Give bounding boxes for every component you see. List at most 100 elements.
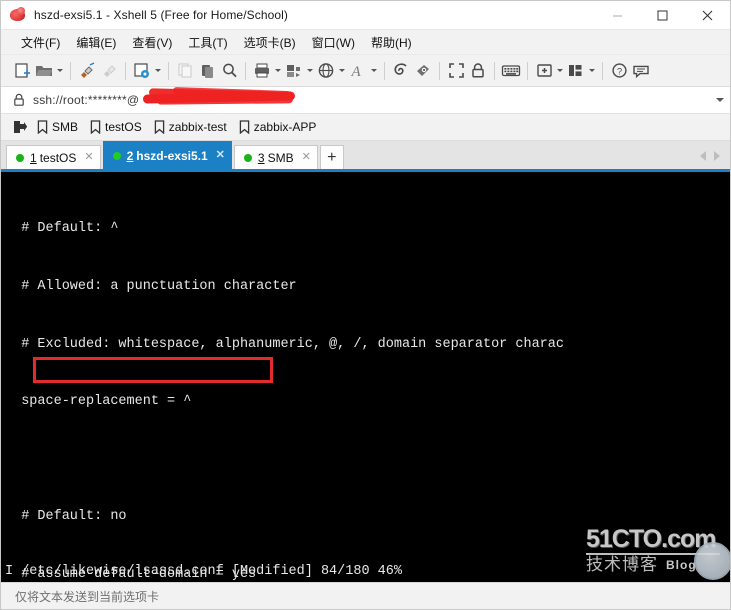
tab-hszd-exsi51[interactable]: 2 hszd-exsi5.1 ✕	[102, 141, 232, 169]
bookmark-smb[interactable]: SMB	[37, 120, 78, 134]
menu-view[interactable]: 查看(V)	[124, 31, 180, 54]
tab-close-icon[interactable]: ✕	[302, 152, 311, 163]
menu-bar: 文件(F) 编辑(E) 查看(V) 工具(T) 选项卡(B) 窗口(W) 帮助(…	[1, 30, 730, 55]
tab-scroll-controls	[696, 148, 730, 169]
tab-number: 2	[126, 148, 134, 163]
close-icon[interactable]	[685, 1, 730, 29]
tab-label: hszd-exsi5.1	[136, 148, 208, 163]
file-transfer-icon[interactable]	[283, 59, 305, 83]
toolbar-separator	[494, 61, 495, 80]
bookmark-zabbix-test[interactable]: zabbix-test	[154, 120, 227, 134]
tab-smb[interactable]: 3 SMB ✕	[233, 145, 318, 169]
highlight-icon[interactable]	[412, 59, 434, 83]
bookmark-icon	[154, 120, 165, 134]
window-title: hszd-exsi5.1 - Xshell 5 (Free for Home/S…	[34, 8, 289, 22]
printer-caret-icon[interactable]	[273, 59, 283, 83]
bookmark-label: SMB	[52, 120, 79, 134]
toolbar-separator	[439, 61, 440, 80]
svg-text:A: A	[350, 64, 361, 79]
title-bar: hszd-exsi5.1 - Xshell 5 (Free for Home/S…	[1, 1, 730, 30]
menu-tools[interactable]: 工具(T)	[180, 31, 235, 54]
terminal-text[interactable]: # Default: ^ # Allowed: a punctuation ch…	[1, 173, 730, 582]
status-bar: 仅将文本发送到当前选项卡	[1, 582, 730, 609]
tab-close-icon[interactable]: ✕	[84, 152, 93, 163]
minimize-icon[interactable]	[595, 1, 640, 29]
bookmark-label: zabbix-APP	[253, 120, 317, 134]
help-circle-icon[interactable]: ?	[608, 59, 630, 83]
copy-icon[interactable]	[174, 59, 196, 83]
status-dot-icon	[112, 151, 121, 160]
menu-file[interactable]: 文件(F)	[13, 31, 68, 54]
globe-caret-icon[interactable]	[337, 59, 347, 83]
session-properties-icon[interactable]	[131, 59, 153, 83]
menu-edit[interactable]: 编辑(E)	[68, 31, 124, 54]
tab-close-icon[interactable]: ✕	[216, 150, 225, 161]
svg-text:?: ?	[616, 66, 621, 77]
tab-label: testOS	[39, 150, 77, 165]
terminal-panel[interactable]: # Default: ^ # Allowed: a punctuation ch…	[1, 172, 730, 582]
plug-connect-icon[interactable]	[76, 59, 98, 83]
bookmark-testos[interactable]: testOS	[90, 120, 142, 134]
tab-number: 1	[30, 150, 37, 165]
chevron-down-icon[interactable]	[716, 98, 724, 102]
address-input[interactable]: ssh://root:********@	[33, 93, 139, 107]
toolbar-separator	[384, 61, 385, 80]
search-icon[interactable]	[218, 59, 240, 83]
paste-icon[interactable]	[196, 59, 218, 83]
chevron-right-icon[interactable]	[710, 148, 724, 164]
bookmark-bar: SMB testOS zabbix-test zabbix-APP	[1, 114, 730, 141]
font-caret-icon[interactable]	[369, 59, 379, 83]
toolbar: A ?	[1, 55, 730, 87]
new-file-icon[interactable]	[11, 59, 33, 83]
window-controls	[595, 1, 730, 29]
add-panel-caret-icon[interactable]	[555, 59, 565, 83]
menu-window[interactable]: 窗口(W)	[304, 31, 363, 54]
comment-icon[interactable]	[630, 59, 652, 83]
terminal-line: # Excluded: whitespace, alphanumeric, @,…	[5, 336, 564, 352]
terminal-line: # Default: no	[5, 509, 127, 525]
fullscreen-icon[interactable]	[445, 59, 467, 83]
file-transfer-caret-icon[interactable]	[305, 59, 315, 83]
toolbar-separator	[70, 61, 71, 80]
terminal-line: space-replacement = ^	[5, 394, 192, 410]
add-panel-icon[interactable]	[533, 59, 555, 83]
toolbar-separator	[125, 61, 126, 80]
lock-icon	[13, 93, 25, 107]
bookmark-label: zabbix-test	[168, 120, 227, 134]
open-folder-caret-icon[interactable]	[55, 59, 65, 83]
status-bar-text: 仅将文本发送到当前选项卡	[15, 589, 160, 604]
open-folder-icon[interactable]	[33, 59, 55, 83]
bookmark-icon	[37, 120, 48, 134]
menu-tabs[interactable]: 选项卡(B)	[236, 31, 304, 54]
chevron-left-icon[interactable]	[696, 148, 710, 164]
redaction-scribble	[142, 86, 299, 105]
tab-testos[interactable]: 1 testOS ✕	[6, 145, 101, 169]
address-bar[interactable]: ssh://root:********@	[1, 86, 730, 114]
quick-connect-icon[interactable]	[13, 120, 27, 134]
toolbar-separator	[527, 61, 528, 80]
status-dot-icon	[243, 153, 252, 162]
layout-icon[interactable]	[565, 59, 587, 83]
lock-icon[interactable]	[467, 59, 489, 83]
new-tab-button[interactable]: +	[319, 145, 344, 169]
toolbar-separator	[245, 61, 246, 80]
bookmark-icon	[239, 120, 250, 134]
plug-disconnect-icon[interactable]	[98, 59, 120, 83]
xshell-icon	[9, 6, 27, 24]
menu-help[interactable]: 帮助(H)	[363, 31, 420, 54]
bookmark-zabbix-app[interactable]: zabbix-APP	[239, 120, 317, 134]
session-properties-caret-icon[interactable]	[153, 59, 163, 83]
xshell-window: hszd-exsi5.1 - Xshell 5 (Free for Home/S…	[0, 0, 731, 610]
tab-label: SMB	[267, 150, 294, 165]
session-log-icon[interactable]	[390, 59, 412, 83]
editor-status-line: I /etc/likewise/lsassd.conf [Modified] 8…	[5, 564, 402, 579]
keyboard-icon[interactable]	[500, 59, 522, 83]
tab-number: 3	[257, 150, 265, 165]
layout-caret-icon[interactable]	[587, 59, 597, 83]
bookmark-icon	[90, 120, 101, 134]
font-icon[interactable]: A	[347, 59, 369, 83]
maximize-icon[interactable]	[640, 1, 685, 29]
globe-icon[interactable]	[315, 59, 337, 83]
printer-icon[interactable]	[251, 59, 273, 83]
